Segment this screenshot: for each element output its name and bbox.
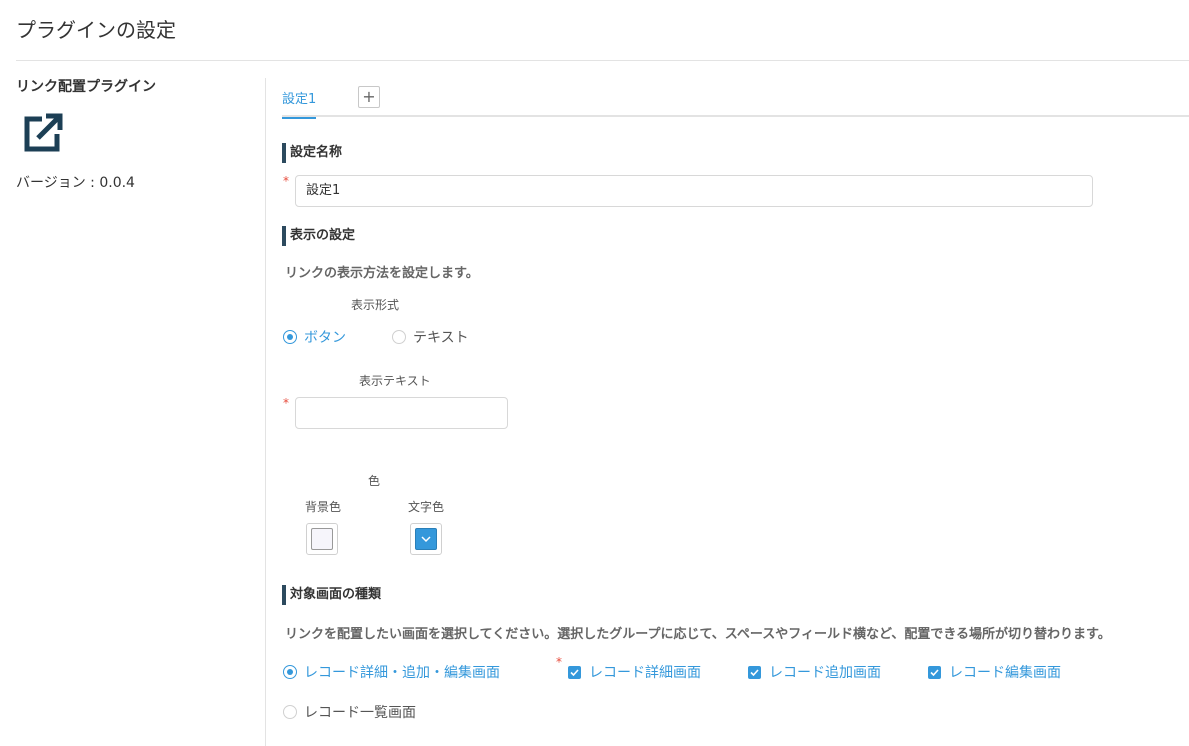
background-color-picker[interactable]: [306, 523, 338, 555]
radio-format-text[interactable]: テキスト: [392, 327, 469, 347]
sidebar-divider: [265, 78, 266, 746]
radio-format-button[interactable]: ボタン: [283, 327, 346, 347]
target-screen-description: リンクを配置したい画面を選択してください。選択したグループに応じて、スペースやフ…: [285, 627, 1111, 642]
text-color-preview: [415, 528, 437, 550]
setting-name-input[interactable]: 設定1: [295, 175, 1093, 207]
radio-unselected-icon: [392, 330, 406, 344]
radio-record-list-label: レコード一覧画面: [304, 705, 416, 721]
tab-setting-1[interactable]: 設定1: [282, 88, 317, 119]
checkbox-record-edit[interactable]: レコード編集画面: [928, 662, 1061, 682]
version-label: バージョン : 0.0.4: [16, 175, 135, 191]
radio-selected-icon: [283, 665, 297, 679]
checkbox-record-add[interactable]: レコード追加画面: [748, 662, 881, 682]
checkbox-record-detail[interactable]: レコード詳細画面: [568, 662, 701, 682]
add-tab-button[interactable]: +: [358, 86, 380, 108]
display-text-label: 表示テキスト: [359, 374, 431, 388]
display-settings-heading: 表示の設定: [282, 226, 355, 246]
checkbox-record-add-label: レコード追加画面: [769, 665, 881, 681]
display-text-input[interactable]: [295, 397, 508, 429]
chevron-down-icon: [421, 536, 431, 543]
text-color-picker[interactable]: [410, 523, 442, 555]
required-mark: *: [556, 655, 562, 669]
radio-format-button-label: ボタン: [304, 330, 346, 346]
radio-detail-add-edit[interactable]: レコード詳細・追加・編集画面: [283, 662, 500, 682]
checkbox-checked-icon: [568, 665, 581, 679]
background-color-label: 背景色: [305, 500, 342, 514]
radio-format-text-label: テキスト: [413, 330, 469, 346]
header-divider: [16, 60, 1189, 61]
page-title: プラグインの設定: [16, 18, 176, 42]
checkbox-record-edit-label: レコード編集画面: [949, 665, 1061, 681]
setting-name-heading: 設定名称: [282, 143, 342, 163]
background-color-preview: [311, 528, 333, 550]
plugin-info-sidebar: リンク配置プラグイン バージョン : 0.0.4: [16, 76, 246, 191]
checkbox-record-detail-label: レコード詳細画面: [589, 665, 701, 681]
plugin-name: リンク配置プラグイン: [16, 79, 156, 95]
external-link-icon: [20, 110, 66, 156]
required-mark: *: [283, 174, 289, 188]
color-label: 色: [368, 474, 381, 488]
radio-selected-icon: [283, 330, 297, 344]
settings-tabs: 設定1 +: [282, 86, 1189, 119]
checkbox-checked-icon: [928, 665, 941, 679]
radio-detail-add-edit-label: レコード詳細・追加・編集画面: [304, 665, 500, 681]
target-screen-heading: 対象画面の種類: [282, 585, 381, 605]
display-settings-description: リンクの表示方法を設定します。: [285, 266, 479, 281]
radio-unselected-icon: [283, 705, 297, 719]
display-format-label: 表示形式: [351, 298, 400, 312]
required-mark: *: [283, 396, 289, 410]
checkbox-checked-icon: [748, 665, 761, 679]
text-color-label: 文字色: [408, 500, 445, 514]
radio-record-list[interactable]: レコード一覧画面: [283, 702, 416, 722]
